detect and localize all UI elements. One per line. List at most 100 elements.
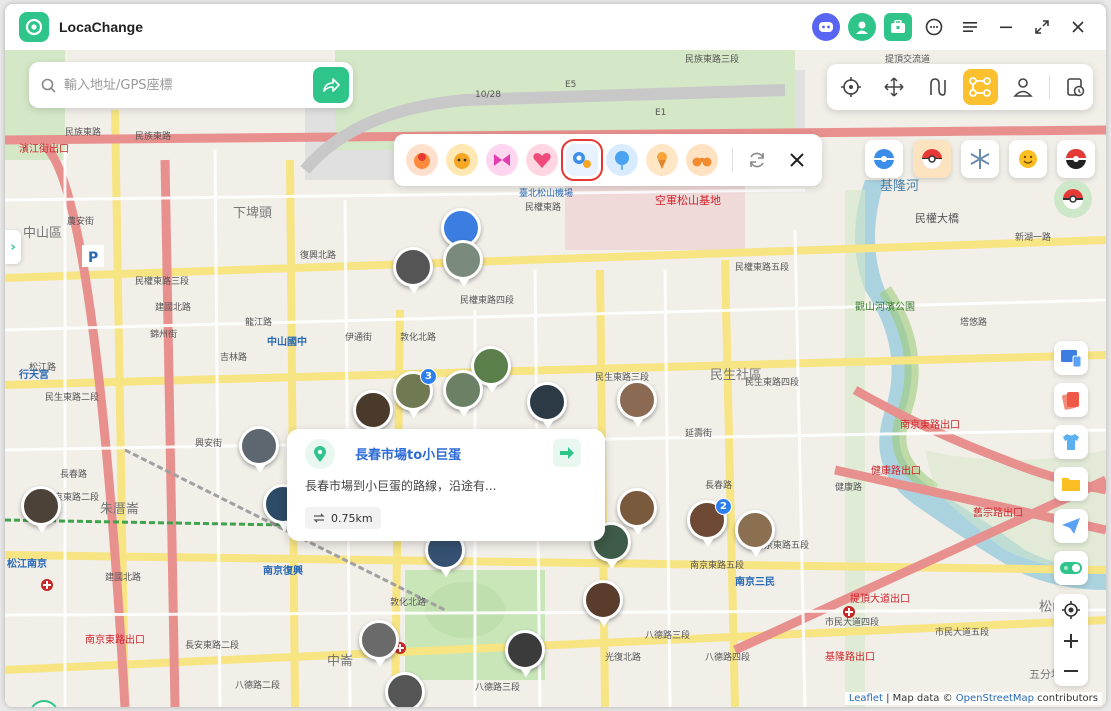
district-label: 中山區 [23, 226, 63, 241]
smiley-icon[interactable] [1009, 140, 1047, 178]
chat-support-icon[interactable] [920, 13, 948, 41]
location-pin-icon [305, 439, 335, 469]
ribbon-route-icon[interactable] [486, 144, 518, 176]
street-label: 復興北路 [300, 251, 337, 261]
pokestop-icon[interactable] [865, 140, 903, 178]
toolbar-divider [1048, 75, 1050, 99]
multi-spot-mode-button[interactable] [962, 69, 998, 105]
photo-pin[interactable] [617, 380, 657, 427]
route-info-popup[interactable]: 長春市場to小巨蛋 長春市場到小巨蛋的路線，沿途有... 0.75km [287, 429, 605, 541]
photo-pin[interactable] [385, 672, 425, 707]
photo-pin[interactable] [505, 630, 545, 677]
folder-icon[interactable] [1054, 467, 1088, 501]
photo-pin[interactable] [527, 382, 567, 429]
route-title: 長春市場to小巨蛋 [355, 448, 462, 463]
street-label: 長春路 [60, 470, 88, 480]
balloon-route-icon[interactable] [606, 144, 638, 176]
toggle-switch-icon[interactable] [1054, 551, 1088, 585]
cards-icon[interactable] [1054, 383, 1088, 417]
photo-pin[interactable] [359, 620, 399, 667]
photo-pin[interactable] [443, 240, 483, 287]
user-account-icon[interactable] [848, 13, 876, 41]
photo-pin[interactable] [239, 426, 279, 473]
pokeball-icon[interactable] [1057, 140, 1095, 178]
zoom-in-button[interactable] [1062, 632, 1080, 650]
send-icon[interactable] [1054, 509, 1088, 543]
photo-pin[interactable] [617, 488, 657, 535]
mode-toolbar [827, 64, 1093, 110]
app-title: LocaChange [59, 19, 144, 35]
photo-pin[interactable] [583, 580, 623, 627]
exit-label: 舊宗路出口 [973, 508, 1023, 519]
photo-pin[interactable] [443, 370, 483, 417]
district-label: 民生社區 [710, 368, 763, 383]
toolbox-icon[interactable] [884, 13, 912, 41]
pin-count-badge: 2 [715, 498, 732, 515]
start-route-button[interactable] [553, 439, 581, 467]
go-button[interactable] [313, 67, 349, 103]
street-label: 民權東路四段 [460, 296, 515, 306]
multi-spot-route-icon[interactable] [561, 139, 603, 181]
exit-label: 提頂大道出口 [850, 594, 910, 605]
expand-panel-button[interactable]: › [5, 230, 21, 264]
attribution-suffix: contributors [1034, 693, 1098, 704]
street-label: 民權東路五段 [735, 263, 790, 273]
search-input[interactable] [64, 77, 294, 93]
route-description: 長春市場到小巨蛋的路線，沿途有... [305, 479, 497, 493]
street-label: 敦化北路 [390, 598, 427, 608]
osm-link[interactable]: OpenStreetMap [956, 693, 1034, 704]
history-icon[interactable] [1058, 69, 1093, 105]
photo-pin[interactable] [393, 247, 433, 294]
mrt-station-label: 行天宮 [19, 370, 49, 381]
photo-pin[interactable] [353, 390, 393, 437]
zoom-out-button[interactable] [1062, 662, 1080, 680]
discord-icon[interactable] [812, 13, 840, 41]
street-label: 長安東路二段 [185, 641, 240, 651]
district-label: 朱厝崙 [100, 502, 140, 517]
two-spot-mode-button[interactable] [919, 69, 954, 105]
street-label: 吉林路 [220, 353, 248, 363]
street-label: E1 [655, 108, 667, 118]
food-route-icon[interactable] [406, 144, 438, 176]
airport-label: 臺北松山機場 [519, 189, 574, 199]
exit-label: 南京東路出口 [900, 420, 960, 431]
tiger-route-icon[interactable] [446, 144, 478, 176]
district-label: 下埤頭 [233, 206, 273, 221]
photo-pin[interactable] [735, 510, 775, 557]
street-label: 民權東路 [525, 203, 562, 213]
photo-pin[interactable] [21, 486, 61, 533]
mrt-station-label: 南京三民 [735, 577, 775, 588]
exit-label: 健康路出口 [871, 466, 921, 477]
route-bar-divider [732, 148, 733, 172]
heart-route-icon[interactable] [526, 144, 558, 176]
street-label: 10/28 [475, 90, 501, 100]
street-label: 民權大橋 [915, 212, 959, 225]
maximize-icon[interactable] [1028, 13, 1056, 41]
minimize-icon[interactable] [992, 13, 1020, 41]
snowflake-icon[interactable] [961, 140, 999, 178]
route-category-bar [394, 134, 822, 186]
close-route-bar-icon[interactable] [781, 144, 813, 176]
locate-me-icon[interactable] [1061, 600, 1081, 620]
pokemon-radar-icon[interactable] [1054, 180, 1092, 218]
refresh-icon[interactable] [741, 144, 773, 176]
street-label: 民族東路 [135, 132, 172, 142]
person-mode-button[interactable] [1006, 69, 1041, 105]
shirt-icon[interactable] [1054, 425, 1088, 459]
street-label: 八德路三段 [645, 631, 691, 641]
exit-label: 南京東路出口 [85, 635, 145, 646]
airbase-label: 空軍松山基地 [655, 194, 721, 207]
street-label: 塔悠路 [960, 318, 988, 328]
zoom-controls [1054, 594, 1088, 686]
ice-cream-route-icon[interactable] [646, 144, 678, 176]
street-label: 八德路二段 [235, 681, 281, 691]
close-icon[interactable] [1064, 13, 1092, 41]
binoculars-route-icon[interactable] [686, 144, 718, 176]
leaflet-link[interactable]: Leaflet [849, 693, 883, 704]
pokeball-scan-icon[interactable] [913, 140, 951, 178]
street-label: E5 [565, 80, 577, 90]
teleport-mode-button[interactable] [833, 69, 868, 105]
joystick-mode-button[interactable] [876, 69, 911, 105]
menu-icon[interactable] [956, 13, 984, 41]
device-screen-icon[interactable] [1054, 341, 1088, 375]
